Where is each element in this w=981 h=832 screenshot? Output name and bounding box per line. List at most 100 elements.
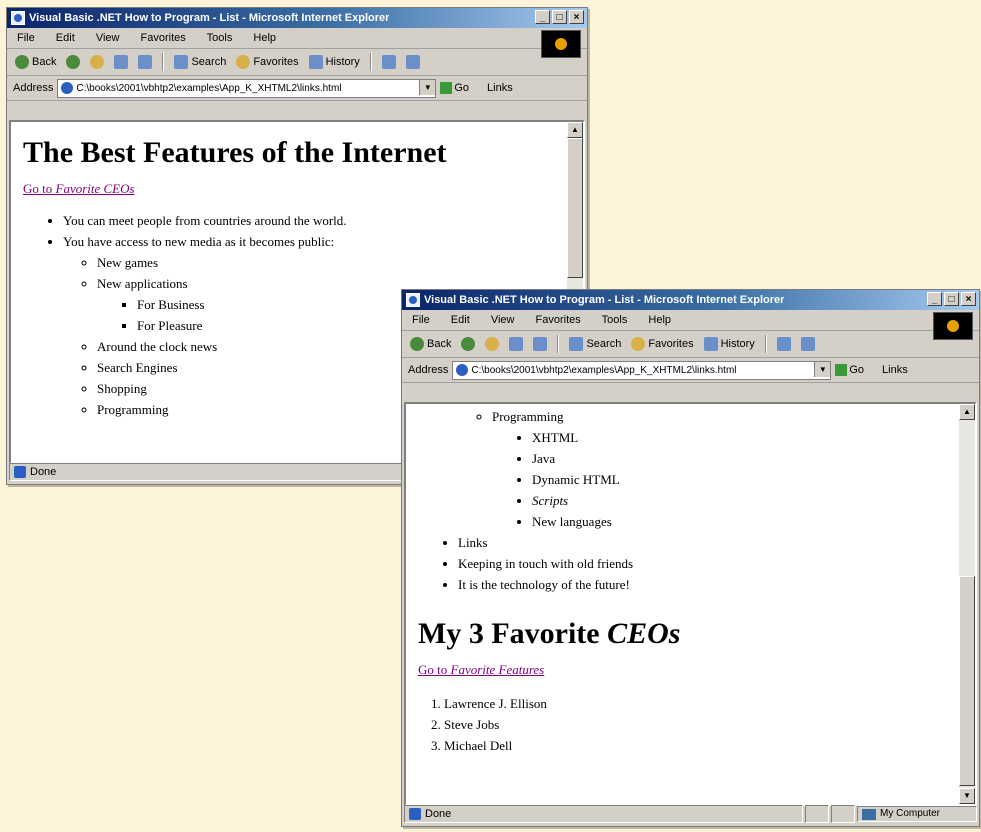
print-icon [405, 55, 420, 69]
toolbar-divider [162, 53, 165, 71]
title-bar[interactable]: Visual Basic .NET How to Program - List … [402, 290, 979, 310]
address-value: C:\books\2001\vbhtp2\examples\App_K_XHTM… [76, 82, 342, 94]
go-label: Go [849, 364, 865, 376]
stop-button[interactable] [90, 55, 105, 69]
history-button[interactable]: History [308, 49, 360, 75]
link-prefix: Go to [418, 662, 451, 677]
caption-buttons: _ □ × [927, 292, 976, 306]
list-item: XHTML [532, 427, 951, 448]
favorites-icon [631, 337, 646, 351]
list-item-label: New applications [97, 276, 188, 291]
chevron-down-icon[interactable]: ▼ [814, 361, 831, 377]
link-prefix: Go to [23, 181, 56, 196]
status-cell [831, 805, 855, 823]
menu-tools[interactable]: Tools [602, 314, 628, 326]
minimize-button[interactable]: _ [535, 10, 550, 24]
list-item-label: You have access to new media as it becom… [63, 234, 335, 249]
history-button[interactable]: History [703, 331, 755, 357]
zone-label: My Computer [880, 808, 941, 819]
favorite-ceos-link[interactable]: Go to Favorite CEOs [23, 181, 135, 196]
home-button[interactable] [533, 337, 548, 351]
print-icon [800, 337, 815, 351]
links-button[interactable]: Links [882, 358, 908, 382]
nested-list: Programming XHTML Java Dynamic HTML Scri… [458, 406, 951, 532]
maximize-button[interactable]: □ [552, 10, 567, 24]
status-bar: Done My Computer [404, 804, 977, 824]
menu-tools[interactable]: Tools [207, 32, 233, 44]
scroll-thumb[interactable] [959, 576, 975, 786]
status-cell [805, 805, 829, 823]
favorites-button[interactable]: Favorites [236, 49, 299, 75]
minimize-button[interactable]: _ [927, 292, 942, 306]
search-label: Search [586, 338, 622, 350]
menu-edit[interactable]: Edit [451, 314, 470, 326]
address-input[interactable]: C:\books\2001\vbhtp2\examples\App_K_XHTM… [57, 78, 437, 98]
print-button[interactable] [800, 337, 815, 351]
address-value: C:\books\2001\vbhtp2\examples\App_K_XHTM… [471, 364, 737, 376]
menu-help[interactable]: Help [253, 32, 276, 44]
favorite-features-link[interactable]: Go to Favorite Features [418, 662, 544, 677]
menu-help[interactable]: Help [648, 314, 671, 326]
security-zone: My Computer [857, 806, 977, 822]
page-content: Programming XHTML Java Dynamic HTML Scri… [418, 406, 951, 756]
browser-window-ceos: Visual Basic .NET How to Program - List … [401, 289, 980, 827]
refresh-icon [509, 337, 524, 351]
menu-favorites[interactable]: Favorites [141, 32, 186, 44]
title-bar[interactable]: Visual Basic .NET How to Program - List … [7, 8, 587, 28]
refresh-button[interactable] [114, 55, 129, 69]
scroll-up-icon[interactable]: ▲ [959, 404, 975, 420]
back-arrow-icon [15, 55, 29, 69]
search-button[interactable]: Search [569, 331, 621, 357]
forward-arrow-icon [66, 55, 81, 69]
scroll-up-icon[interactable]: ▲ [567, 122, 583, 138]
scroll-thumb[interactable] [567, 138, 583, 278]
forward-button[interactable] [461, 337, 476, 351]
page-viewport[interactable]: Programming XHTML Java Dynamic HTML Scri… [404, 402, 977, 806]
forward-button[interactable] [66, 55, 81, 69]
address-bar: Address C:\books\2001\vbhtp2\examples\Ap… [402, 358, 979, 383]
ie-app-icon [406, 293, 420, 307]
mail-button[interactable] [776, 337, 791, 351]
search-icon [569, 337, 584, 351]
window-title: Visual Basic .NET How to Program - List … [424, 294, 785, 306]
forward-arrow-icon [461, 337, 476, 351]
close-button[interactable]: × [961, 292, 976, 306]
chevron-down-icon[interactable]: ▼ [419, 79, 436, 95]
status-text: Done [30, 466, 57, 478]
menu-edit[interactable]: Edit [56, 32, 75, 44]
go-button[interactable]: Go [440, 76, 469, 100]
search-button[interactable]: Search [174, 49, 226, 75]
home-button[interactable] [138, 55, 153, 69]
vertical-scrollbar[interactable]: ▲ ▼ [959, 404, 975, 804]
menu-view[interactable]: View [491, 314, 515, 326]
mail-button[interactable] [381, 55, 396, 69]
close-button[interactable]: × [569, 10, 584, 24]
maximize-button[interactable]: □ [944, 292, 959, 306]
mail-icon [381, 55, 396, 69]
links-button[interactable]: Links [487, 76, 513, 100]
standard-toolbar: Back Search Favorites History [402, 331, 979, 358]
ie-throbber-logo-icon [933, 312, 973, 340]
page-heading: The Best Features of the Internet [23, 136, 447, 169]
favorites-label: Favorites [253, 56, 299, 68]
stop-icon [90, 55, 105, 69]
list-item: Programming XHTML Java Dynamic HTML Scri… [492, 406, 951, 532]
list-item: New languages [532, 511, 951, 532]
home-icon [138, 55, 153, 69]
address-input[interactable]: C:\books\2001\vbhtp2\examples\App_K_XHTM… [452, 360, 832, 380]
menu-favorites[interactable]: Favorites [536, 314, 581, 326]
history-label: History [325, 56, 360, 68]
back-button[interactable]: Back [15, 49, 56, 75]
back-button[interactable]: Back [410, 331, 451, 357]
go-button[interactable]: Go [835, 358, 864, 382]
menu-view[interactable]: View [96, 32, 120, 44]
heading-emphasis: CEOs [607, 617, 681, 650]
refresh-button[interactable] [509, 337, 524, 351]
print-button[interactable] [405, 55, 420, 69]
stop-button[interactable] [485, 337, 500, 351]
scroll-down-icon[interactable]: ▼ [959, 788, 975, 804]
toolbar-divider [369, 53, 372, 71]
menu-file[interactable]: File [17, 32, 35, 44]
favorites-button[interactable]: Favorites [631, 331, 694, 357]
menu-file[interactable]: File [412, 314, 430, 326]
